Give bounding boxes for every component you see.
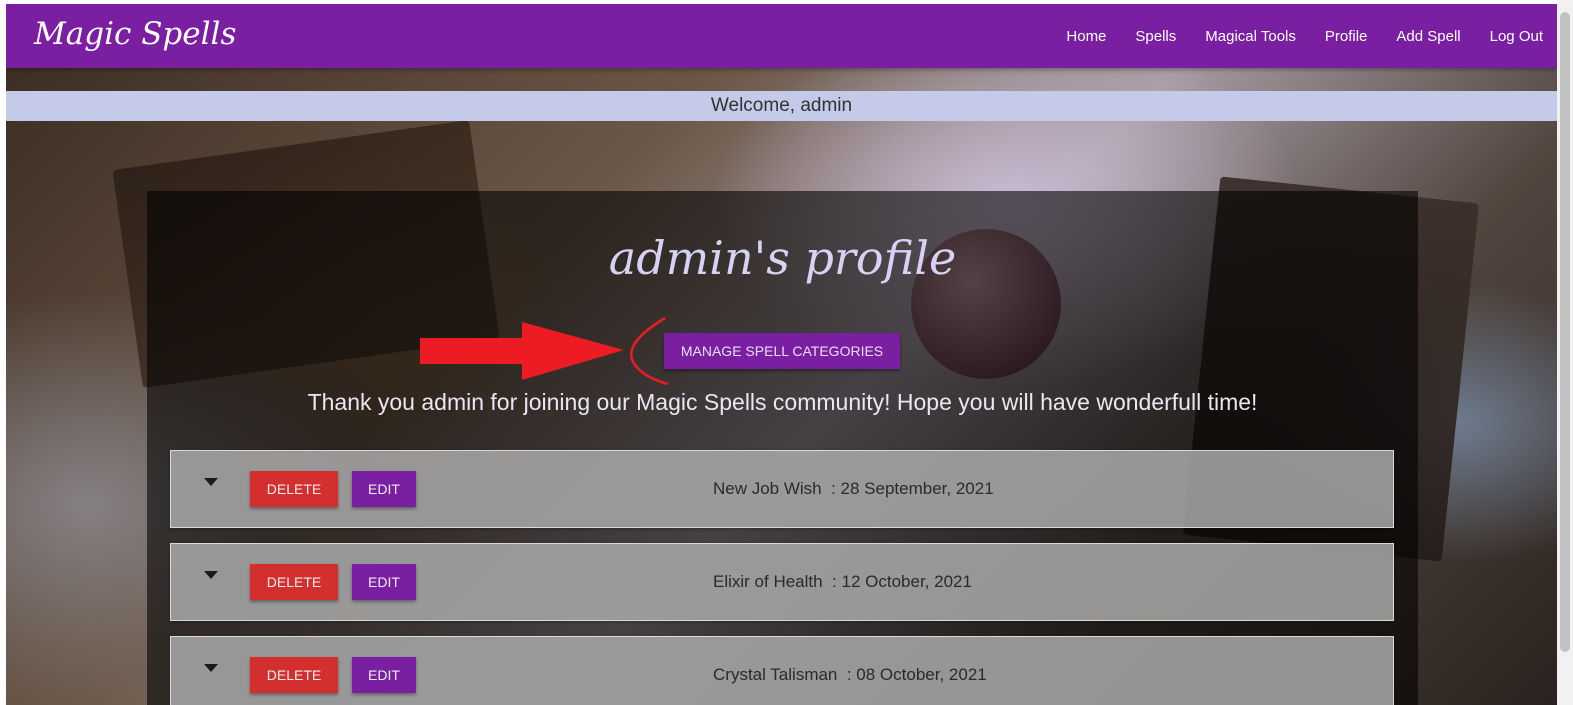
- red-arrow-icon: [420, 322, 624, 380]
- spell-date: 12 October, 2021: [841, 572, 972, 591]
- spell-date: 28 September, 2021: [840, 479, 994, 498]
- manage-spell-categories-button[interactable]: MANAGE SPELL CATEGORIES: [664, 333, 900, 369]
- edit-button[interactable]: EDIT: [352, 564, 416, 600]
- scrollbar-thumb[interactable]: [1560, 12, 1570, 652]
- spell-info: New Job Wish : 28 September, 2021: [713, 479, 994, 498]
- welcome-banner: Welcome, admin: [6, 91, 1557, 121]
- page: Magic Spells Home Spells Magical Tools P…: [6, 4, 1557, 705]
- spell-info: Crystal Talisman : 08 October, 2021: [713, 665, 987, 684]
- delete-button[interactable]: DELETE: [250, 657, 338, 693]
- profile-panel: admin's profile MANAGE SPELL CATEGORIES …: [147, 191, 1418, 705]
- red-bracket-icon: [630, 316, 669, 386]
- thanks-message: Thank you admin for joining our Magic Sp…: [307, 389, 1258, 415]
- spell-name: Elixir of Health: [713, 572, 823, 591]
- expand-caret-icon[interactable]: [204, 664, 218, 672]
- scrollbar[interactable]: [1557, 0, 1573, 705]
- spell-name: New Job Wish: [713, 479, 822, 498]
- spell-row[interactable]: DELETE EDIT Elixir of Health : 12 Octobe…: [170, 543, 1394, 621]
- spell-info: Elixir of Health : 12 October, 2021: [713, 572, 972, 591]
- spell-name: Crystal Talisman: [713, 665, 838, 684]
- delete-button[interactable]: DELETE: [250, 564, 338, 600]
- annotation-arrow: [420, 316, 669, 386]
- nav-spells[interactable]: Spells: [1135, 28, 1176, 45]
- nav-magical-tools[interactable]: Magical Tools: [1205, 28, 1296, 45]
- navbar: Magic Spells Home Spells Magical Tools P…: [6, 4, 1557, 68]
- delete-button[interactable]: DELETE: [250, 471, 338, 507]
- expand-caret-icon[interactable]: [204, 571, 218, 579]
- brand-logo[interactable]: Magic Spells: [34, 16, 236, 52]
- expand-caret-icon[interactable]: [204, 478, 218, 486]
- edit-button[interactable]: EDIT: [352, 657, 416, 693]
- nav-home[interactable]: Home: [1066, 28, 1106, 45]
- spell-row[interactable]: DELETE EDIT New Job Wish : 28 September,…: [170, 450, 1394, 528]
- edit-button[interactable]: EDIT: [352, 471, 416, 507]
- nav-profile[interactable]: Profile: [1325, 28, 1368, 45]
- profile-title: admin's profile: [608, 231, 957, 285]
- nav-log-out[interactable]: Log Out: [1490, 28, 1543, 45]
- spell-date: 08 October, 2021: [856, 665, 987, 684]
- spell-row[interactable]: DELETE EDIT Crystal Talisman : 08 Octobe…: [170, 636, 1394, 705]
- nav-links: Home Spells Magical Tools Profile Add Sp…: [1037, 4, 1543, 68]
- nav-add-spell[interactable]: Add Spell: [1396, 28, 1460, 45]
